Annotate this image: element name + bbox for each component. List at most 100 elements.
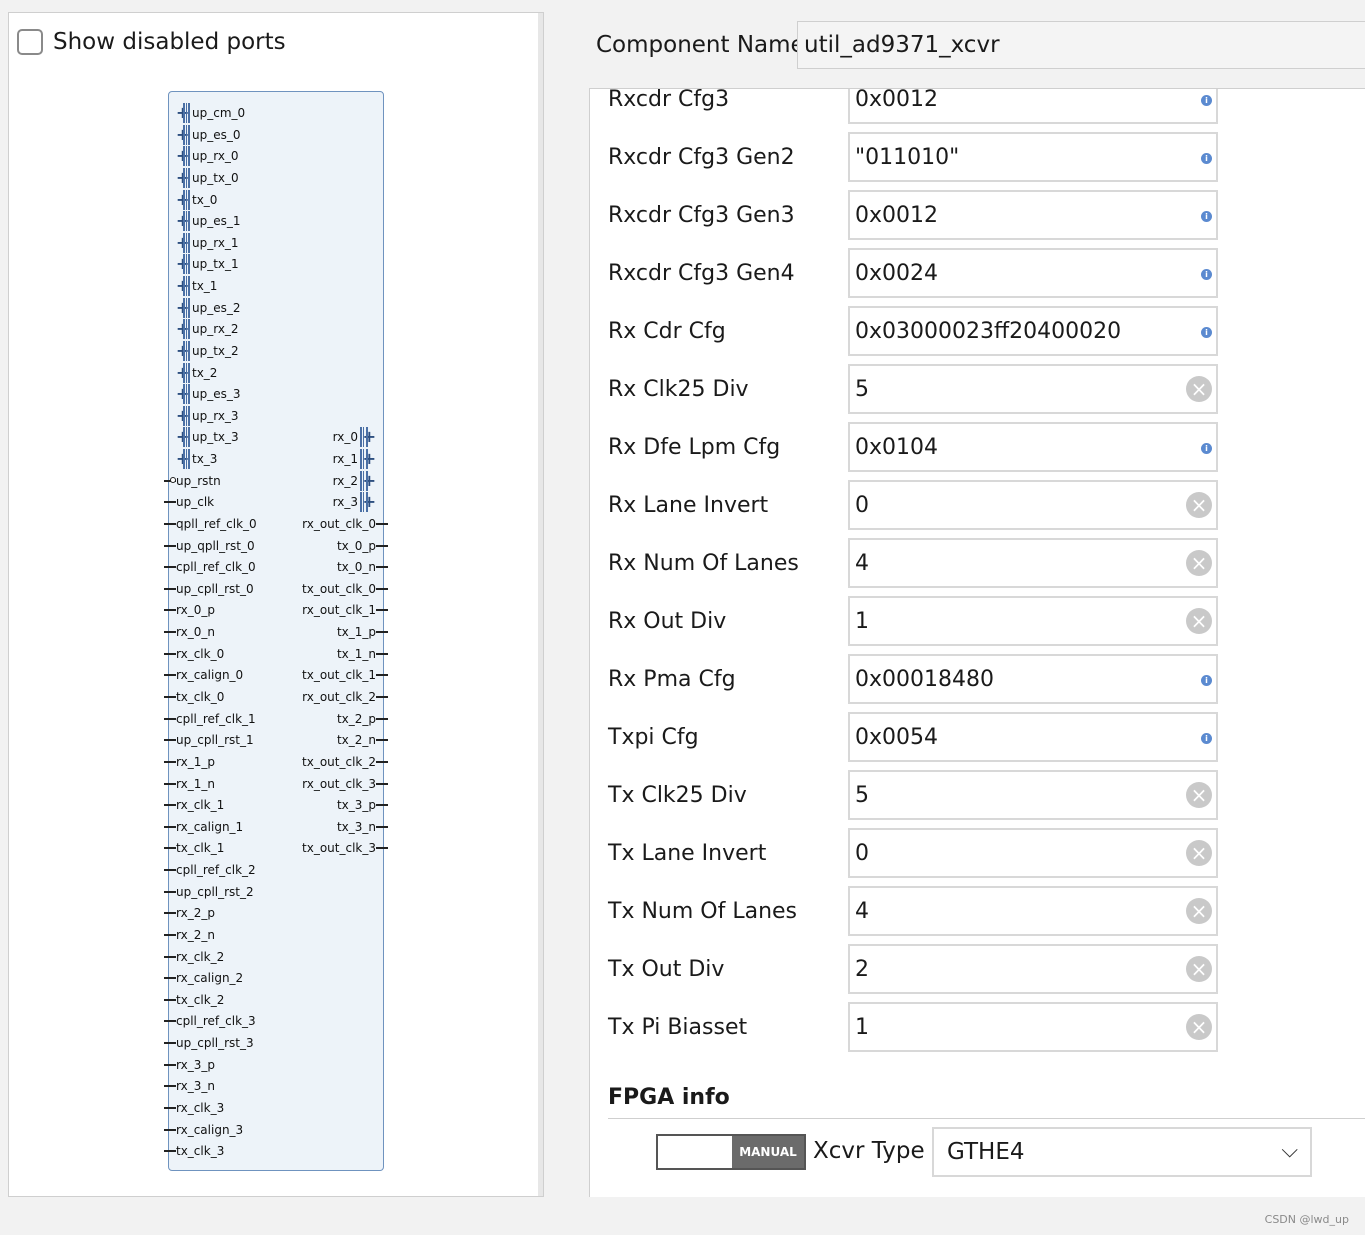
bus-connector-icon[interactable]: [183, 449, 190, 470]
port-pin[interactable]: [164, 998, 176, 1001]
param-input[interactable]: 0x0054 i: [848, 712, 1218, 762]
show-disabled-ports-checkbox[interactable]: Show disabled ports: [17, 29, 286, 55]
bus-connector-icon[interactable]: [360, 470, 368, 491]
port-pin[interactable]: [164, 1128, 176, 1131]
port-pin[interactable]: [164, 674, 176, 677]
port-pin[interactable]: [376, 847, 388, 850]
port-pin[interactable]: [376, 804, 388, 807]
port-pin[interactable]: [164, 544, 176, 547]
port-pin[interactable]: [164, 717, 176, 720]
port-pin[interactable]: [164, 566, 176, 569]
bus-connector-icon[interactable]: [183, 254, 190, 275]
port-pin[interactable]: [376, 522, 388, 525]
port-pin[interactable]: [376, 609, 388, 612]
bus-connector-icon[interactable]: [183, 427, 190, 448]
port-pin[interactable]: [164, 804, 176, 807]
param-input[interactable]: 1 ×: [848, 596, 1218, 646]
port-pin[interactable]: [164, 1063, 176, 1066]
port-pin[interactable]: [164, 1085, 176, 1088]
port-pin[interactable]: [164, 869, 176, 872]
bus-connector-icon[interactable]: [183, 124, 190, 145]
bus-connector-icon[interactable]: [183, 319, 190, 340]
bus-connector-icon[interactable]: [183, 189, 190, 210]
port-left: up_rstn: [164, 474, 221, 488]
clear-icon[interactable]: ×: [1186, 782, 1212, 808]
bus-connector-icon[interactable]: [183, 340, 190, 361]
port-pin[interactable]: [164, 696, 176, 698]
port-pin[interactable]: [376, 760, 388, 763]
param-input[interactable]: 2 ×: [848, 944, 1218, 994]
clear-icon[interactable]: ×: [1186, 840, 1212, 866]
bus-connector-icon[interactable]: [183, 211, 190, 232]
param-input[interactable]: 0x0024 i: [848, 248, 1218, 298]
param-input[interactable]: 0x03000023ff20400020 i: [848, 306, 1218, 356]
param-input[interactable]: 0x00018480 i: [848, 654, 1218, 704]
bus-connector-icon[interactable]: [183, 362, 190, 383]
param-input[interactable]: 0x0012 i: [848, 89, 1218, 124]
param-input[interactable]: 0x0012 i: [848, 190, 1218, 240]
port-pin[interactable]: [164, 1042, 176, 1045]
clear-icon[interactable]: ×: [1186, 550, 1212, 576]
clear-icon[interactable]: ×: [1186, 956, 1212, 982]
port-pin[interactable]: [376, 587, 388, 590]
bus-connector-icon[interactable]: [183, 103, 190, 123]
param-input[interactable]: 5 ×: [848, 364, 1218, 414]
param-input[interactable]: 1 ×: [848, 1002, 1218, 1052]
bus-connector-icon[interactable]: [360, 449, 368, 470]
param-input[interactable]: 0 ×: [848, 480, 1218, 530]
port-pin[interactable]: [164, 933, 176, 936]
bus-connector-icon[interactable]: [183, 167, 190, 188]
port-pin[interactable]: [164, 782, 176, 785]
bus-connector-icon[interactable]: [360, 427, 368, 448]
port-pin[interactable]: [164, 890, 176, 893]
port-pin[interactable]: [376, 631, 388, 634]
component-name-input[interactable]: util_ad9371_xcvr: [797, 21, 1365, 69]
param-input[interactable]: 4 ×: [848, 886, 1218, 936]
port-pin[interactable]: [164, 652, 176, 655]
port-pin[interactable]: [164, 501, 176, 504]
param-input[interactable]: "011010" i: [848, 132, 1218, 182]
port-pin[interactable]: [376, 696, 388, 698]
param-input[interactable]: 0x0104 i: [848, 422, 1218, 472]
port-pin[interactable]: [164, 522, 176, 525]
port-pin[interactable]: [164, 760, 176, 763]
port-pin[interactable]: [376, 739, 388, 742]
param-input[interactable]: 5 ×: [848, 770, 1218, 820]
port-pin[interactable]: [164, 587, 176, 590]
port-pin[interactable]: [376, 544, 388, 547]
port-pin[interactable]: [164, 912, 176, 915]
port-pin[interactable]: [164, 609, 176, 612]
xcvr-type-select[interactable]: GTHE4 ⌵: [932, 1127, 1312, 1177]
bus-connector-icon[interactable]: [183, 297, 190, 318]
port-pin[interactable]: [376, 566, 388, 569]
port-pin[interactable]: [164, 847, 176, 850]
param-input[interactable]: 0 ×: [848, 828, 1218, 878]
port-pin[interactable]: [164, 631, 176, 634]
param-input[interactable]: 4 ×: [848, 538, 1218, 588]
clear-icon[interactable]: ×: [1186, 898, 1212, 924]
bus-connector-icon[interactable]: [183, 146, 190, 167]
port-pin[interactable]: [164, 955, 176, 958]
port-pin[interactable]: [376, 652, 388, 655]
bus-connector-icon[interactable]: [183, 405, 190, 426]
port-pin[interactable]: [376, 717, 388, 720]
port-pin[interactable]: [164, 1020, 176, 1023]
port-pin[interactable]: [164, 739, 176, 742]
port-pin[interactable]: [376, 674, 388, 677]
port-pin[interactable]: [164, 977, 176, 980]
port-pin[interactable]: [164, 1150, 176, 1153]
port-pin[interactable]: [164, 1106, 176, 1109]
port-pin[interactable]: [376, 782, 388, 785]
port-pin[interactable]: [164, 825, 176, 828]
clear-icon[interactable]: ×: [1186, 376, 1212, 402]
manual-toggle[interactable]: MANUAL: [656, 1134, 806, 1170]
bus-connector-icon[interactable]: [183, 232, 190, 253]
bus-connector-icon[interactable]: [183, 276, 190, 297]
clear-icon[interactable]: ×: [1186, 608, 1212, 634]
clear-icon[interactable]: ×: [1186, 492, 1212, 518]
port-pin[interactable]: [376, 825, 388, 828]
bus-connector-icon[interactable]: [183, 384, 190, 405]
checkbox-box[interactable]: [17, 29, 43, 55]
clear-icon[interactable]: ×: [1186, 1014, 1212, 1040]
bus-connector-icon[interactable]: [360, 492, 368, 513]
